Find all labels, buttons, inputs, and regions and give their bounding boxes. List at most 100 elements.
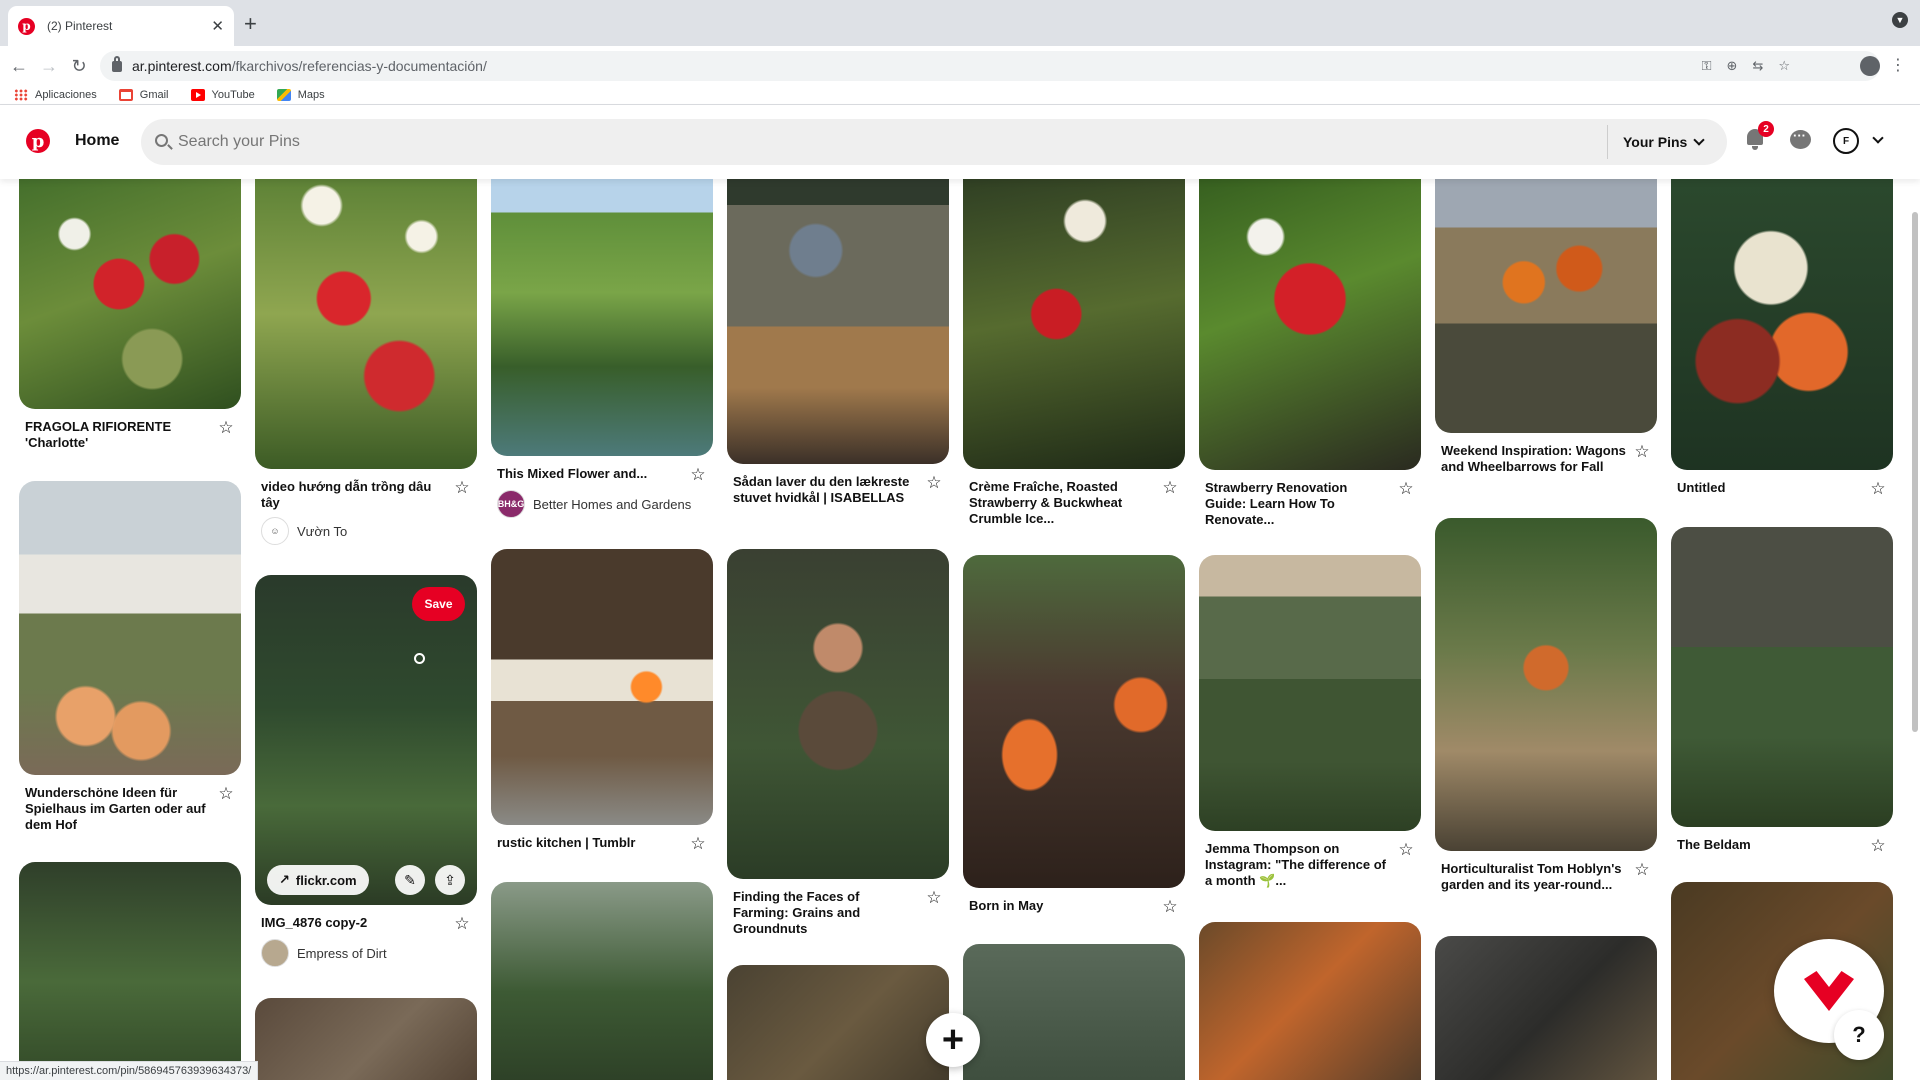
pin-title[interactable]: Untitled [1677, 480, 1862, 496]
pin-title[interactable]: Strawberry Renovation Guide: Learn How T… [1205, 480, 1390, 528]
pin-title[interactable]: video hướng dẫn trồng dâu tây [261, 479, 446, 511]
pin-title[interactable]: Crème Fraîche, Roasted Strawberry & Buck… [969, 479, 1154, 527]
star-icon[interactable]: ☆ [1397, 480, 1415, 498]
save-button[interactable]: Save [412, 587, 465, 621]
pin-card[interactable]: Horticulturalist Tom Hoblyn's garden and… [1435, 518, 1657, 893]
pin-card[interactable]: Sådan laver du den lækreste stuvet hvidk… [727, 179, 949, 506]
tab-search-icon[interactable]: ▼ [1892, 12, 1908, 28]
star-icon[interactable]: ☆ [217, 785, 235, 803]
pin-card[interactable] [491, 882, 713, 1080]
star-icon[interactable]: ☆ [1633, 443, 1651, 461]
pin-title[interactable]: Sådan laver du den lækreste stuvet hvidk… [733, 474, 918, 506]
pinterest-logo-icon[interactable]: p [26, 129, 50, 153]
pin-image[interactable] [1435, 518, 1657, 851]
pin-title[interactable]: Horticulturalist Tom Hoblyn's garden and… [1441, 861, 1626, 893]
pin-image[interactable] [19, 481, 241, 775]
pin-title[interactable]: The Beldam [1677, 837, 1862, 853]
back-icon[interactable]: ← [8, 55, 30, 77]
share-upload-icon[interactable]: ⇪ [435, 865, 465, 895]
pin-card[interactable] [1435, 936, 1657, 1080]
pin-card[interactable]: Wunderschöne Ideen für Spielhaus im Gart… [19, 481, 241, 833]
pin-image[interactable] [19, 179, 241, 409]
pin-card[interactable]: Untitled ☆ [1671, 179, 1893, 498]
pin-image[interactable] [727, 179, 949, 464]
search-input[interactable] [178, 119, 1578, 165]
create-pin-button[interactable]: + [926, 1013, 980, 1067]
account-chevron-down-icon[interactable] [1872, 132, 1884, 144]
star-icon[interactable]: ☆ [689, 466, 707, 484]
translate-icon[interactable]: ⇆ [1752, 58, 1763, 74]
pin-card[interactable]: Jemma Thompson on Instagram: "The differ… [1199, 555, 1421, 889]
star-icon[interactable]: ☆ [1869, 480, 1887, 498]
key-icon[interactable]: ⚿ [1702, 58, 1712, 74]
pin-card[interactable]: Born in May ☆ [963, 555, 1185, 916]
pin-card[interactable] [727, 965, 949, 1080]
pin-image[interactable] [1671, 179, 1893, 470]
pin-card-hovered[interactable]: Save ↗ flickr.com ✎ ⇪ IMG_4876 copy-2 ☆ Em… [255, 575, 477, 967]
bookmark-star-icon[interactable]: ☆ [1778, 58, 1790, 74]
pin-image[interactable] [1435, 936, 1657, 1080]
forward-icon[interactable]: → [38, 55, 60, 77]
pin-title[interactable]: Jemma Thompson on Instagram: "The differ… [1205, 841, 1390, 889]
pin-card[interactable] [19, 862, 241, 1080]
pin-card[interactable]: Strawberry Renovation Guide: Learn How T… [1199, 179, 1421, 528]
pin-title[interactable]: IMG_4876 copy-2 [261, 915, 446, 931]
pin-card[interactable]: Crème Fraîche, Roasted Strawberry & Buck… [963, 179, 1185, 527]
pin-title[interactable]: Born in May [969, 898, 1154, 914]
pin-card[interactable] [963, 944, 1185, 1080]
source-link-button[interactable]: ↗ flickr.com [267, 865, 369, 895]
star-icon[interactable]: ☆ [689, 835, 707, 853]
install-icon[interactable]: ⊕ [1727, 58, 1738, 74]
pin-card[interactable]: Finding the Faces of Farming: Grains and… [727, 549, 949, 937]
pin-title[interactable]: FRAGOLA RIFIORENTE 'Charlotte' [25, 419, 210, 451]
help-question-button[interactable]: ? [1834, 1010, 1884, 1060]
pin-card[interactable]: The Beldam ☆ [1671, 527, 1893, 855]
star-icon[interactable]: ☆ [1161, 898, 1179, 916]
pin-card[interactable]: FRAGOLA RIFIORENTE 'Charlotte' ☆ [19, 179, 241, 451]
star-icon[interactable]: ☆ [453, 915, 471, 933]
chrome-menu-icon[interactable]: ⋮ [1890, 55, 1906, 75]
bookmark-maps[interactable]: Maps [276, 89, 325, 101]
pin-card[interactable] [255, 998, 477, 1080]
edit-pencil-icon[interactable]: ✎ [395, 865, 425, 895]
star-icon[interactable]: ☆ [1161, 479, 1179, 497]
pin-author[interactable]: ☺ Vườn To [255, 511, 477, 545]
star-icon[interactable]: ☆ [217, 419, 235, 437]
page-scrollbar[interactable] [1912, 212, 1918, 732]
pin-image[interactable] [727, 965, 949, 1080]
pin-image[interactable] [1671, 527, 1893, 827]
pin-image[interactable] [1435, 179, 1657, 433]
pin-image[interactable] [491, 882, 713, 1080]
star-icon[interactable]: ☆ [1633, 861, 1651, 879]
star-icon[interactable]: ☆ [1869, 837, 1887, 855]
pin-image[interactable] [963, 555, 1185, 888]
pin-author[interactable]: BH&G Better Homes and Gardens [491, 484, 713, 518]
star-icon[interactable]: ☆ [1397, 841, 1415, 859]
browser-tab[interactable]: p (2) Pinterest ✕ [8, 6, 234, 46]
pin-title[interactable]: rustic kitchen | Tumblr [497, 835, 682, 851]
messages-chat-icon[interactable] [1790, 128, 1811, 149]
pin-title[interactable]: Wunderschöne Ideen für Spielhaus im Gart… [25, 785, 210, 833]
home-link[interactable]: Home [75, 132, 119, 150]
pin-image[interactable] [1199, 555, 1421, 831]
star-icon[interactable]: ☆ [453, 479, 471, 497]
pin-card[interactable]: Weekend Inspiration: Wagons and Wheelbar… [1435, 179, 1657, 475]
address-bar[interactable]: ar.pinterest.com/fkarchivos/referencias-… [100, 51, 1880, 81]
pin-image[interactable] [727, 549, 949, 879]
pin-image[interactable] [255, 179, 477, 469]
star-icon[interactable]: ☆ [925, 474, 943, 492]
pin-title[interactable]: Weekend Inspiration: Wagons and Wheelbar… [1441, 443, 1626, 475]
pin-card[interactable] [1199, 922, 1421, 1080]
pin-author[interactable]: Empress of Dirt [255, 933, 477, 967]
pin-image[interactable] [19, 862, 241, 1080]
bookmark-gmail[interactable]: Gmail [118, 89, 169, 101]
pin-image[interactable] [1199, 179, 1421, 470]
pin-image[interactable] [255, 998, 477, 1080]
pin-card[interactable]: rustic kitchen | Tumblr ☆ [491, 549, 713, 853]
account-avatar[interactable]: F [1833, 128, 1859, 154]
your-pins-dropdown[interactable]: Your Pins [1623, 119, 1705, 165]
lock-icon[interactable] [112, 55, 122, 72]
bookmark-youtube[interactable]: YouTube [190, 89, 255, 101]
notifications-button[interactable]: 2 [1744, 121, 1774, 151]
pin-image[interactable] [491, 179, 713, 456]
